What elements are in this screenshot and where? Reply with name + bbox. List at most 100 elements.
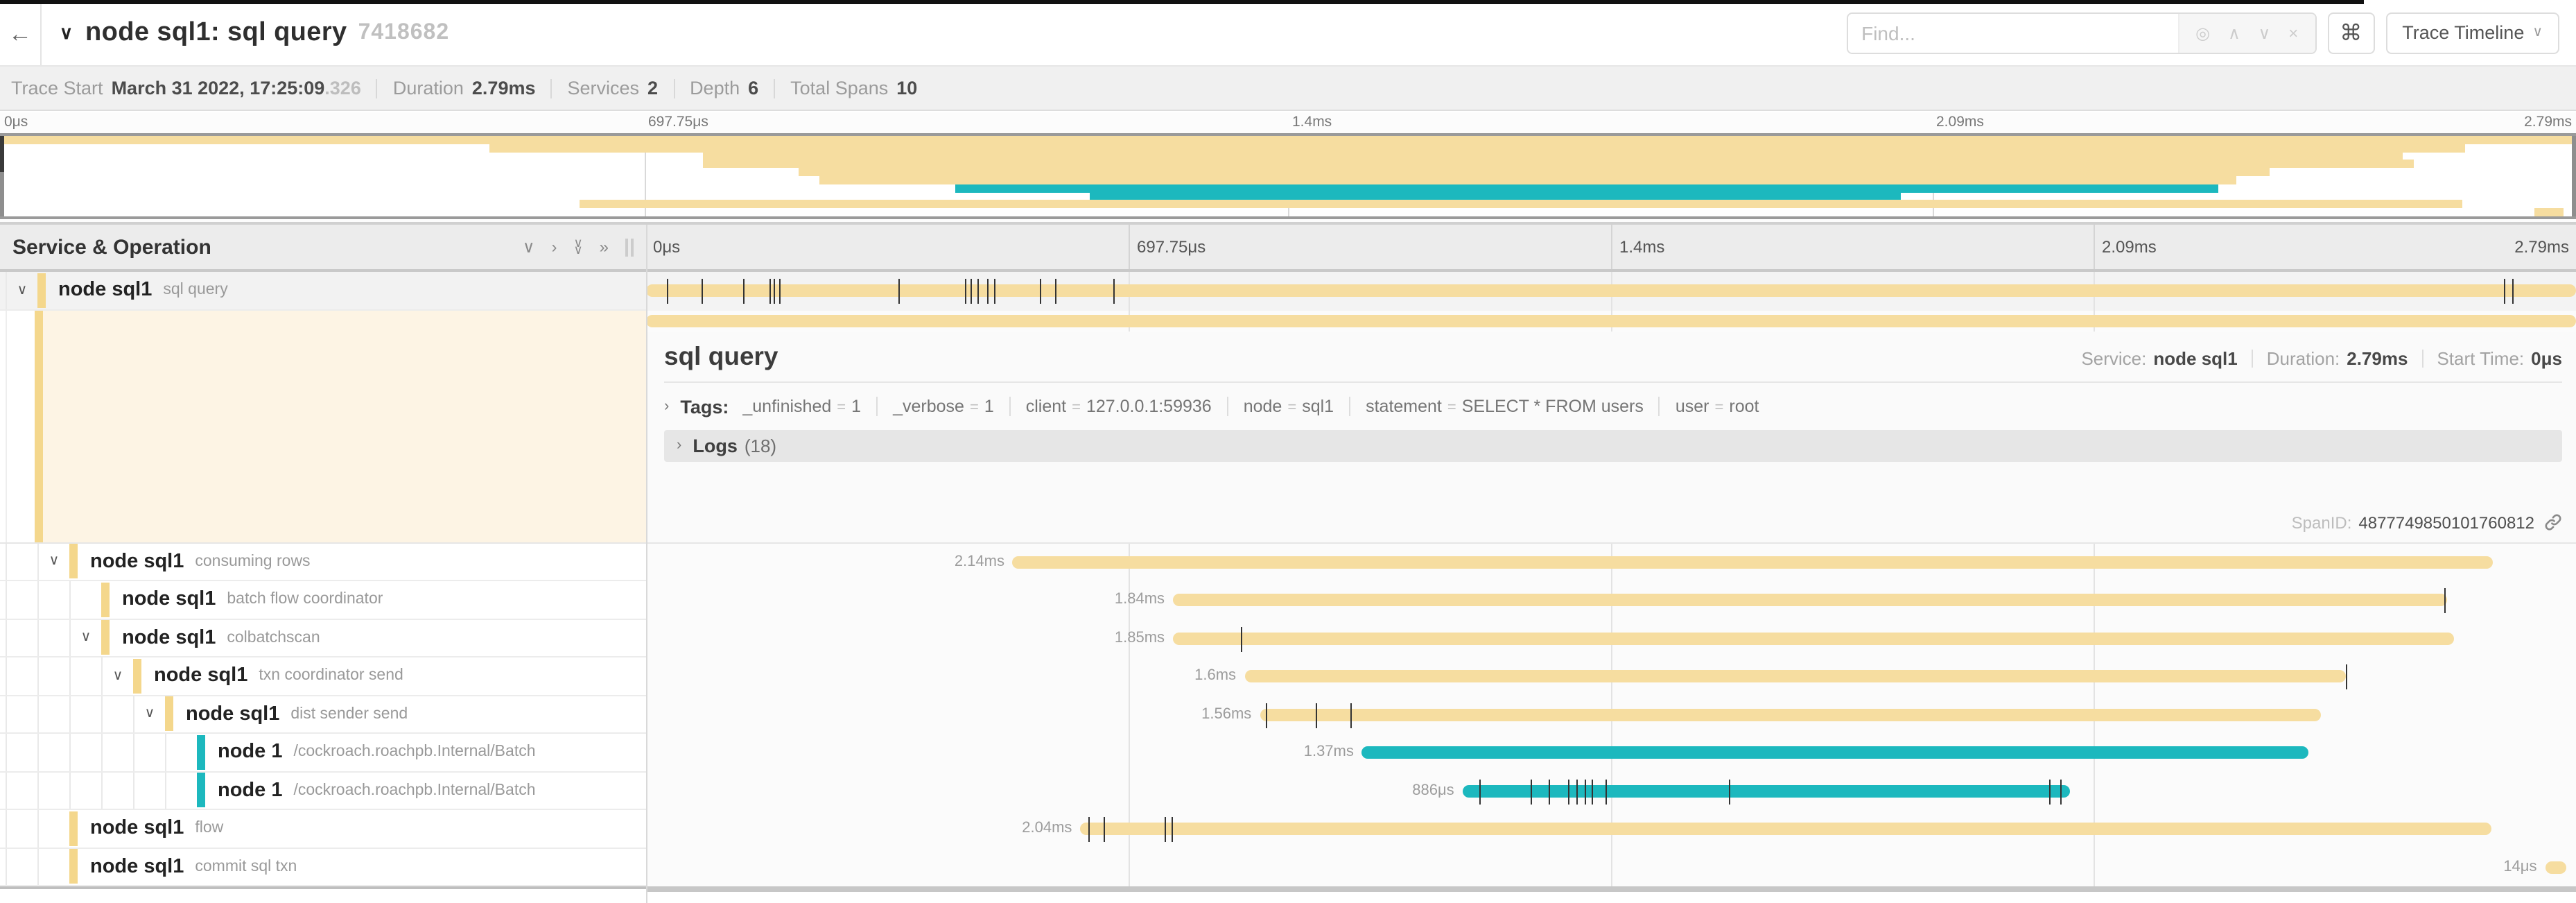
- span-name-cell[interactable]: ∨node sql1colbatchscan: [0, 619, 646, 657]
- span-duration-label: 1.56ms: [1201, 696, 1251, 734]
- tag-item: _verbose=1: [893, 397, 1011, 416]
- keyboard-shortcuts-button[interactable]: ⌘: [2327, 12, 2374, 53]
- span-bar[interactable]: [1463, 785, 2071, 798]
- span-row[interactable]: node sql1batch flow coordinator1.84ms: [0, 581, 2576, 619]
- tag-equals: =: [1715, 399, 1724, 416]
- service-color-accent: [197, 773, 205, 808]
- span-row[interactable]: node sql1flow2.04ms: [0, 810, 2576, 848]
- span-bar[interactable]: [2545, 861, 2566, 874]
- indent-guide: [37, 657, 69, 694]
- span-bar[interactable]: [1362, 747, 2308, 759]
- log-marker-tick: [774, 279, 775, 304]
- timeline-bottom-scrollbar[interactable]: [646, 886, 2576, 892]
- summary-item: Duration2.79ms: [393, 78, 536, 98]
- span-row[interactable]: node 1/cockroach.roachpb.Internal/Batch8…: [0, 772, 2576, 810]
- collapse-trace-icon[interactable]: ∨: [60, 22, 73, 44]
- indent-guide: [6, 310, 7, 542]
- span-bar-cell[interactable]: 14μs: [646, 848, 2576, 886]
- selected-span-bar-row[interactable]: [646, 310, 2576, 331]
- indent-guide: [37, 772, 69, 809]
- span-bar[interactable]: [646, 285, 2576, 298]
- service-name: node sql1: [58, 280, 152, 302]
- column-resize-grip[interactable]: [625, 238, 634, 256]
- logs-count: (18): [745, 435, 776, 456]
- find-controls: ◎ ∧ ∨ ×: [2177, 13, 2315, 52]
- summary-separator: [673, 78, 675, 98]
- indent-guide: ∨: [101, 657, 133, 694]
- view-selector-button[interactable]: Trace Timeline ∨: [2385, 12, 2559, 53]
- span-bar[interactable]: [1080, 823, 2491, 836]
- indent-guide: [6, 696, 37, 732]
- span-name-cell[interactable]: node sql1flow: [0, 810, 646, 848]
- span-bar-cell[interactable]: 1.85ms: [646, 619, 2576, 657]
- copy-link-icon[interactable]: [2544, 513, 2562, 531]
- span-name-cell[interactable]: node sql1batch flow coordinator: [0, 581, 646, 619]
- indent-guide: [69, 772, 101, 809]
- span-bar-cell[interactable]: 1.6ms: [646, 657, 2576, 696]
- span-row[interactable]: node sql1commit sql txn14μs: [0, 848, 2576, 886]
- span-name-cell[interactable]: ∨node sql1dist sender send: [0, 696, 646, 734]
- expand-one-icon[interactable]: ›: [551, 237, 557, 257]
- collapse-all-icon[interactable]: ∨∨: [573, 240, 582, 254]
- tag-value: SELECT * FROM users: [1462, 397, 1644, 416]
- span-detail-name-cell[interactable]: [0, 310, 646, 543]
- minimap-scrubber-handle[interactable]: [0, 136, 4, 172]
- logs-title: Logs: [693, 435, 738, 456]
- span-bar-cell[interactable]: 1.37ms: [646, 734, 2576, 772]
- span-bar-cell[interactable]: 2.04ms: [646, 810, 2576, 848]
- row-collapse-icon[interactable]: ∨: [17, 283, 28, 298]
- span-row[interactable]: ∨node sql1sql query: [0, 272, 2576, 310]
- collapse-one-icon[interactable]: ∨: [523, 237, 535, 257]
- span-row[interactable]: node 1/cockroach.roachpb.Internal/Batch1…: [0, 734, 2576, 772]
- tag-key: user: [1676, 397, 1709, 416]
- next-result-icon[interactable]: ∨: [2259, 23, 2271, 42]
- span-bar-cell[interactable]: 2.14ms: [646, 543, 2576, 581]
- logs-toggle[interactable]: ›Logs(18): [664, 429, 2562, 461]
- selected-span-bar[interactable]: [646, 314, 2576, 327]
- minimap-right-edge[interactable]: [2572, 136, 2576, 216]
- span-bar[interactable]: [1244, 671, 2347, 683]
- span-name-cell[interactable]: ∨node sql1sql query: [0, 272, 646, 310]
- row-collapse-icon[interactable]: ∨: [145, 707, 155, 722]
- log-marker-tick: [1480, 779, 1481, 804]
- prev-result-icon[interactable]: ∧: [2228, 23, 2240, 42]
- span-bar[interactable]: [1173, 594, 2446, 607]
- span-bar[interactable]: [1173, 633, 2455, 645]
- span-name-cell[interactable]: node 1/cockroach.roachpb.Internal/Batch: [0, 772, 646, 810]
- service-color-accent: [69, 850, 78, 884]
- span-name-cell[interactable]: node sql1commit sql txn: [0, 848, 646, 886]
- span-bar[interactable]: [1260, 709, 2321, 721]
- row-collapse-icon[interactable]: ∨: [113, 669, 123, 684]
- span-bar-cell[interactable]: 1.56ms: [646, 696, 2576, 734]
- indent-guide: [6, 543, 37, 580]
- tags-row[interactable]: ›Tags:_unfinished=1_verbose=1client=127.…: [664, 396, 2562, 417]
- service-operation-title: Service & Operation: [12, 235, 211, 259]
- expand-all-icon[interactable]: »: [600, 237, 609, 257]
- span-bar-cell[interactable]: [646, 272, 2576, 310]
- span-row[interactable]: ∨node sql1txn coordinator send1.6ms: [0, 657, 2576, 696]
- row-collapse-icon[interactable]: ∨: [49, 554, 60, 569]
- minimap-span-bar: [0, 136, 2576, 144]
- span-name-cell[interactable]: node 1/cockroach.roachpb.Internal/Batch: [0, 734, 646, 772]
- column-divider[interactable]: [646, 225, 647, 903]
- span-bar[interactable]: [1013, 556, 2493, 569]
- service-name: node sql1: [90, 856, 184, 878]
- minimap-canvas[interactable]: [0, 133, 2576, 219]
- span-bar-cell[interactable]: 886μs: [646, 772, 2576, 810]
- locate-icon[interactable]: ◎: [2195, 23, 2210, 42]
- span-row[interactable]: ∨node sql1consuming rows2.14ms: [0, 543, 2576, 581]
- detail-meta-separator: [2421, 349, 2423, 367]
- axis-tick-label: 697.75μs: [648, 114, 708, 130]
- indent-guide: [6, 810, 37, 847]
- span-row[interactable]: ∨node sql1colbatchscan1.85ms: [0, 619, 2576, 657]
- find-input[interactable]: [1847, 13, 2177, 52]
- clear-search-icon[interactable]: ×: [2288, 23, 2298, 42]
- row-collapse-icon[interactable]: ∨: [81, 630, 92, 646]
- span-row[interactable]: ∨node sql1dist sender send 1.56ms: [0, 696, 2576, 734]
- detail-meta-label: Duration:: [2267, 347, 2340, 368]
- back-button[interactable]: ←: [0, 0, 42, 65]
- operation-name: /cockroach.roachpb.Internal/Batch: [293, 782, 535, 799]
- span-name-cell[interactable]: ∨node sql1consuming rows: [0, 543, 646, 581]
- span-bar-cell[interactable]: 1.84ms: [646, 581, 2576, 619]
- span-name-cell[interactable]: ∨node sql1txn coordinator send: [0, 657, 646, 696]
